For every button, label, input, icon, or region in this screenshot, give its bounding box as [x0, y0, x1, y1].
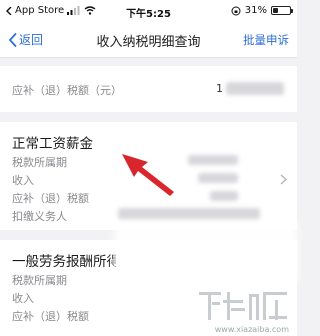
field-tax-label: 应补（退）税额	[12, 192, 89, 205]
orientation-lock-icon	[231, 6, 241, 15]
redaction-overlay	[115, 222, 297, 282]
status-bar: App Store 下午5:25 31%	[0, 0, 297, 22]
record-title: 正常工资薪金	[12, 136, 93, 152]
battery-percent: 31%	[244, 5, 267, 16]
field-income-label: 收入	[12, 174, 34, 187]
summary-value-prefix: 1	[216, 82, 223, 95]
nav-bar: 返回 收入纳税明细查询 批量申诉	[0, 22, 297, 58]
battery-icon	[271, 6, 293, 15]
separator	[0, 112, 297, 122]
tax-value-redacted	[210, 191, 238, 201]
record-title: 一般劳务报酬所得	[12, 254, 116, 270]
field-tax-label: 应补（退）税额	[12, 310, 89, 323]
annotation-arrow-icon	[122, 154, 174, 196]
summary-card: 应补（退）税额（元） 1	[0, 66, 297, 112]
period-value-redacted	[188, 155, 238, 165]
field-period-label: 税款所属期	[12, 156, 67, 169]
battery-fill	[273, 8, 278, 13]
chevron-right-icon	[280, 174, 287, 185]
withholder-value-redacted	[118, 208, 260, 220]
field-income-label: 收入	[12, 292, 34, 305]
batch-appeal-button[interactable]: 批量申诉	[243, 32, 289, 48]
watermark-url: www.xiazaiba.com	[214, 325, 289, 334]
summary-value-redacted	[226, 82, 284, 95]
income-value-redacted	[198, 173, 238, 183]
separator	[0, 58, 297, 66]
status-right: 31%	[231, 5, 293, 16]
summary-label: 应补（退）税额（元）	[12, 84, 122, 97]
field-withholder-label: 扣缴义务人	[12, 210, 67, 223]
field-period-label: 税款所属期	[12, 274, 67, 287]
